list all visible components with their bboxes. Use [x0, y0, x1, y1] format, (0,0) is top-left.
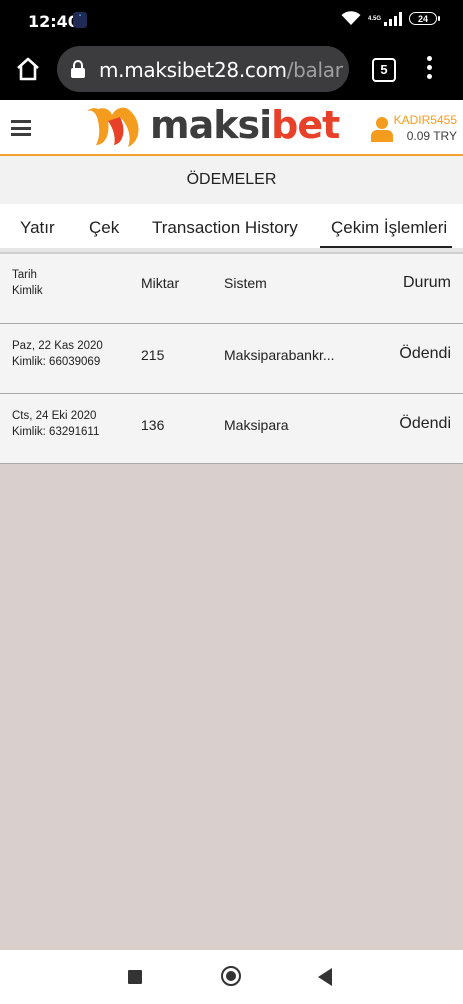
- table-header-row: Tarih Kimlik Miktar Sistem Durum: [0, 254, 463, 324]
- row-system: Maksipara: [224, 417, 289, 433]
- table-header-status: Durum: [402, 274, 451, 291]
- home-nav-icon[interactable]: [221, 966, 241, 986]
- withdrawals-table: Tarih Kimlik Miktar Sistem Durum Paz, 22…: [0, 254, 463, 464]
- row-amount: 215: [141, 347, 165, 363]
- signal-icon: [384, 11, 402, 26]
- table-row: Paz, 22 Kas 2020 Kimlik: 66039069 215 Ma…: [0, 324, 463, 394]
- site-logo[interactable]: maksibet: [84, 103, 340, 149]
- url-text[interactable]: m.maksibet28.com/balance/: [99, 58, 343, 82]
- system-navigation-bar: [0, 950, 463, 1004]
- url-host: m.maksibet28.com: [99, 58, 287, 82]
- row-id: Kimlik: 66039069: [12, 356, 101, 368]
- address-bar[interactable]: m.maksibet28.com/balance/: [57, 46, 349, 92]
- table-header-amount: Miktar: [141, 275, 180, 291]
- row-system: Maksiparabankr...: [224, 347, 335, 363]
- recent-apps-icon[interactable]: [128, 970, 142, 984]
- header-date-label: Tarih: [12, 269, 37, 281]
- site-header: maksibet KADIR5455 0.09 TRY: [0, 100, 463, 156]
- logo-mark-icon: [87, 107, 139, 147]
- header-id-label: Kimlik: [12, 285, 43, 297]
- row-date-cell: Cts, 24 Eki 2020 Kimlik: 63291611: [12, 408, 99, 440]
- username[interactable]: KADIR5455: [394, 113, 457, 127]
- row-id: Kimlik: 63291611: [12, 426, 100, 438]
- lock-icon: [71, 60, 85, 78]
- payments-tabs: Yatır Çek Transaction History Çekim İşle…: [0, 204, 463, 248]
- page-title: ÖDEMELER: [186, 171, 277, 188]
- row-status: Ödendi: [399, 345, 451, 362]
- battery-icon: 24: [409, 12, 440, 25]
- browser-toolbar: m.maksibet28.com/balance/ 5: [0, 38, 463, 100]
- tab-withdraw[interactable]: Çek: [89, 218, 119, 238]
- tab-withdrawal-transactions[interactable]: Çekim İşlemleri: [331, 218, 447, 238]
- tab-transaction-history[interactable]: Transaction History: [152, 218, 298, 238]
- wifi-icon: [341, 11, 361, 25]
- table-row: Cts, 24 Eki 2020 Kimlik: 63291611 136 Ma…: [0, 394, 463, 464]
- url-path: /balance/: [286, 58, 343, 82]
- overflow-menu-icon[interactable]: [424, 56, 434, 82]
- table-header-date: Tarih Kimlik: [12, 267, 43, 299]
- network-type: 4.5G: [367, 15, 381, 22]
- table-header-system: Sistem: [224, 275, 267, 291]
- home-icon[interactable]: [14, 55, 42, 83]
- row-status: Ödendi: [399, 415, 451, 432]
- back-nav-icon[interactable]: [318, 968, 332, 986]
- page-title-bar: ÖDEMELER: [0, 156, 463, 205]
- hamburger-menu-icon[interactable]: [11, 120, 31, 136]
- clock: 12:40: [28, 12, 79, 31]
- tab-switcher-button[interactable]: 5: [372, 58, 396, 82]
- row-amount: 136: [141, 417, 165, 433]
- account-balance: 0.09 TRY: [406, 129, 457, 143]
- row-date: Paz, 22 Kas 2020: [12, 340, 103, 352]
- logo-wordmark: maksibet: [150, 103, 340, 147]
- tab-deposit[interactable]: Yatır: [20, 218, 55, 238]
- user-avatar-icon[interactable]: [371, 116, 393, 142]
- notification-icon: ▪: [73, 12, 87, 28]
- system-status-bar: 12:40 ▪ 4.5G 24: [0, 0, 463, 38]
- status-icons: 4.5G 24: [341, 11, 440, 26]
- row-date: Cts, 24 Eki 2020: [12, 410, 97, 422]
- row-date-cell: Paz, 22 Kas 2020 Kimlik: 66039069: [12, 338, 103, 370]
